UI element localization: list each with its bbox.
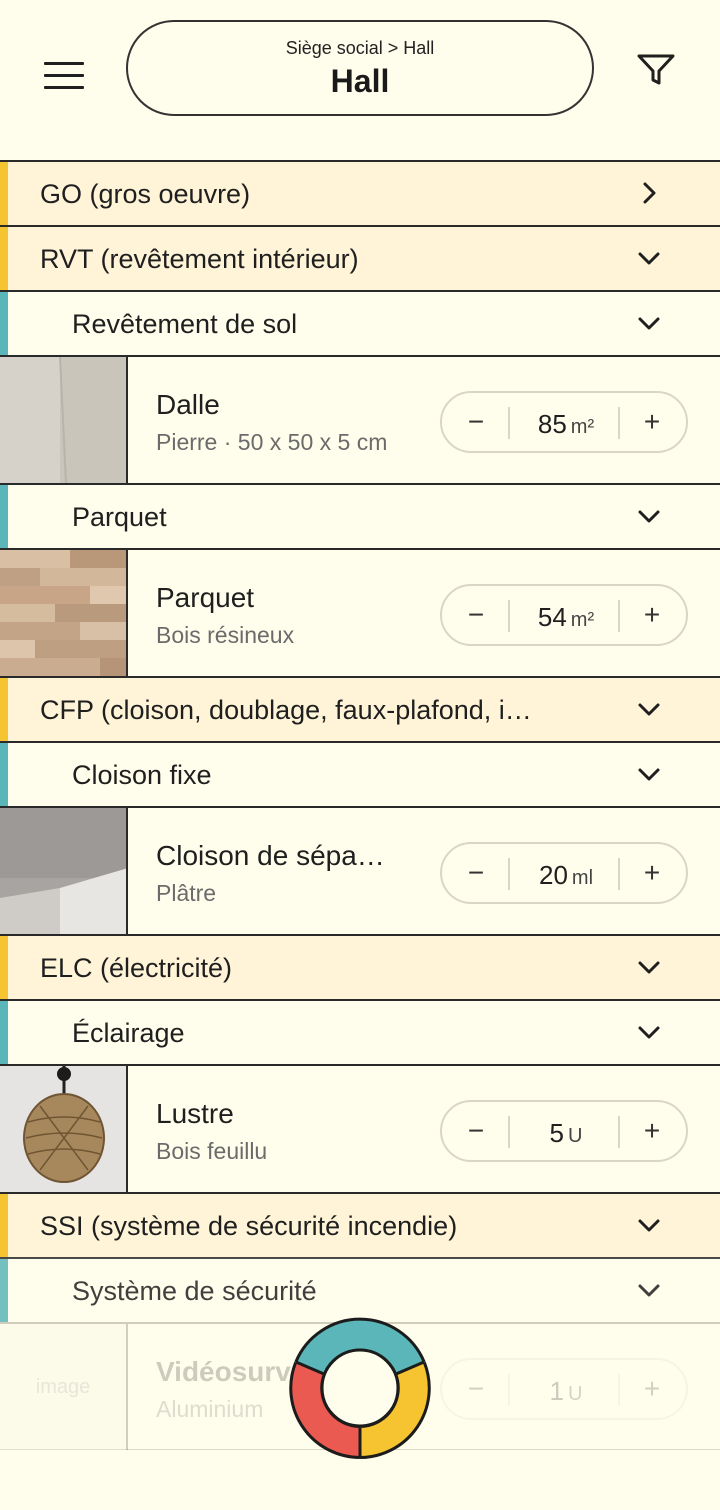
quantity-unit: U <box>568 1125 583 1147</box>
chevron-down-icon[interactable] <box>636 245 662 271</box>
quantity-unit: m² <box>570 609 595 631</box>
subcategory-row-parquet[interactable]: Parquet <box>0 483 720 548</box>
category-label: ELC (électricité) <box>40 953 233 983</box>
page-title: Hall <box>330 63 390 99</box>
quantity-stepper: − 20 ml + <box>440 842 688 904</box>
subcategory-row-revetement-de-sol[interactable]: Revêtement de sol <box>0 290 720 355</box>
chevron-down-icon[interactable] <box>636 310 662 336</box>
quantity-unit: U <box>568 1383 583 1405</box>
category-color-bar <box>0 162 8 225</box>
quantity-value[interactable]: 5U <box>512 1118 620 1149</box>
decrement-button[interactable]: − <box>456 1370 496 1410</box>
quantity-stepper: − 54 m² + <box>440 584 688 646</box>
item-row-lustre[interactable]: Lustre Bois feuillu − 5U + <box>0 1064 720 1192</box>
chevron-right-icon[interactable] <box>636 180 662 206</box>
subcategory-color-bar <box>0 743 8 806</box>
subcategory-label: Cloison fixe <box>72 760 212 790</box>
item-description: Bois résineux <box>156 622 295 648</box>
category-row-rvt[interactable]: RVT (revêtement intérieur) <box>0 225 720 290</box>
increment-button[interactable]: + <box>632 1112 672 1152</box>
ring-icon <box>289 1317 431 1459</box>
decrement-button[interactable]: − <box>456 403 496 443</box>
image-placeholder: image <box>0 1324 126 1450</box>
subcategory-row-eclairage[interactable]: Éclairage <box>0 999 720 1064</box>
quantity-value[interactable]: 20 ml <box>512 860 620 891</box>
increment-button[interactable]: + <box>632 854 672 894</box>
item-thumbnail <box>0 1066 128 1192</box>
category-color-bar <box>0 936 8 999</box>
category-label: SSI (système de sécurité incendie) <box>40 1211 458 1241</box>
category-color-bar <box>0 1194 8 1257</box>
quantity-value[interactable]: 1U <box>512 1376 620 1407</box>
quantity-number: 20 <box>538 860 568 890</box>
category-color-bar <box>0 678 8 741</box>
category-label: GO (gros oeuvre) <box>40 179 251 209</box>
chevron-down-icon[interactable] <box>636 1019 662 1045</box>
item-description: Aluminium <box>156 1396 264 1422</box>
increment-button[interactable]: + <box>632 596 672 636</box>
quantity-value[interactable]: 85 m² <box>512 409 620 440</box>
subcategory-color-bar <box>0 485 8 548</box>
category-row-cfp[interactable]: CFP (cloison, doublage, faux-plafond, i… <box>0 676 720 741</box>
item-thumbnail <box>0 808 128 934</box>
subcategory-label: Système de sécurité <box>72 1276 317 1306</box>
quantity-number: 85 <box>537 409 567 439</box>
decrement-button[interactable]: − <box>456 1112 496 1152</box>
chevron-down-icon[interactable] <box>636 1277 662 1303</box>
subcategory-row-cloison-fixe[interactable]: Cloison fixe <box>0 741 720 806</box>
subcategory-label: Éclairage <box>72 1018 185 1048</box>
category-list: GO (gros oeuvre) RVT (revêtement intérie… <box>0 160 720 1450</box>
increment-button[interactable]: + <box>632 1370 672 1410</box>
filter-icon[interactable] <box>636 52 676 88</box>
item-row-parquet[interactable]: Parquet Bois résineux − 54 m² + <box>0 548 720 676</box>
category-label: CFP (cloison, doublage, faux-plafond, i… <box>40 695 532 725</box>
item-thumbnail <box>0 357 128 483</box>
menu-icon[interactable] <box>44 62 84 94</box>
quantity-value[interactable]: 54 m² <box>512 602 620 633</box>
chevron-down-icon[interactable] <box>636 761 662 787</box>
category-row-go[interactable]: GO (gros oeuvre) <box>0 160 720 225</box>
subcategory-color-bar <box>0 292 8 355</box>
location-selector[interactable]: Siège social > Hall Hall <box>126 20 594 116</box>
subcategory-color-bar <box>0 1259 8 1322</box>
item-name: Dalle <box>156 389 220 420</box>
quantity-number: 5 <box>549 1118 564 1148</box>
item-thumbnail <box>0 550 128 676</box>
quantity-stepper: − 5U + <box>440 1100 688 1162</box>
quantity-number: 1 <box>549 1376 564 1406</box>
item-thumbnail: image <box>0 1324 128 1450</box>
decrement-button[interactable]: − <box>456 596 496 636</box>
chevron-down-icon[interactable] <box>636 1212 662 1238</box>
subcategory-label: Parquet <box>72 502 167 532</box>
decrement-button[interactable]: − <box>456 854 496 894</box>
category-row-ssi[interactable]: SSI (système de sécurité incendie) <box>0 1192 720 1257</box>
category-color-bar <box>0 227 8 290</box>
item-row-dalle[interactable]: Dalle Pierre · 50 x 50 x 5 cm − 85 m² + <box>0 355 720 483</box>
item-description: Pierre · 50 x 50 x 5 cm <box>156 429 388 455</box>
quantity-unit: m² <box>570 416 595 438</box>
category-label: RVT (revêtement intérieur) <box>40 244 359 274</box>
item-description: Bois feuillu <box>156 1138 268 1164</box>
item-name: Lustre <box>156 1098 234 1129</box>
chevron-down-icon[interactable] <box>636 503 662 529</box>
quantity-stepper: − 1U + <box>440 1358 688 1420</box>
item-description: Plâtre <box>156 880 217 906</box>
quantity-number: 54 <box>537 602 567 632</box>
chevron-down-icon[interactable] <box>636 954 662 980</box>
chevron-down-icon[interactable] <box>636 696 662 722</box>
quantity-unit: ml <box>571 867 594 889</box>
floating-action-button[interactable] <box>282 1310 438 1466</box>
item-name: Vidéosurv <box>156 1356 291 1387</box>
breadcrumb: Siège social > Hall <box>285 38 435 58</box>
item-row-cloison[interactable]: Cloison de sépa… Plâtre − 20 ml + <box>0 806 720 934</box>
increment-button[interactable]: + <box>632 403 672 443</box>
item-name: Cloison de sépa… <box>156 840 385 871</box>
quantity-stepper: − 85 m² + <box>440 391 688 453</box>
app-header: Siège social > Hall Hall <box>0 0 720 160</box>
subcategory-label: Revêtement de sol <box>72 309 298 339</box>
category-row-elc[interactable]: ELC (électricité) <box>0 934 720 999</box>
item-name: Parquet <box>156 582 255 613</box>
subcategory-color-bar <box>0 1001 8 1064</box>
